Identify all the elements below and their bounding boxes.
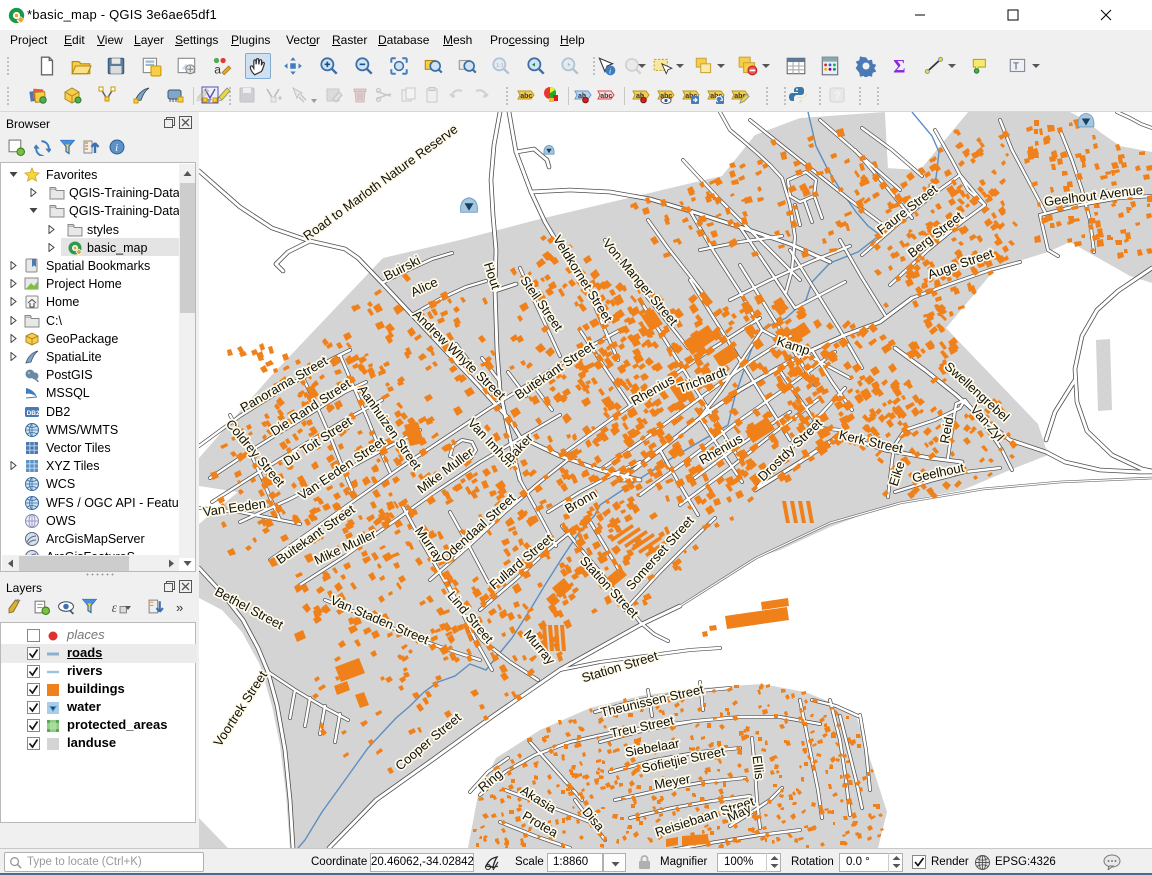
- svg-text:abc: abc: [520, 93, 532, 100]
- svg-text:Σ: Σ: [893, 57, 905, 77]
- svg-text:i: i: [609, 67, 611, 76]
- svg-text:Ellis: Ellis: [750, 755, 768, 781]
- svg-text:DB2: DB2: [27, 410, 40, 417]
- svg-text:?: ?: [834, 90, 841, 102]
- svg-text:abc: abc: [600, 93, 612, 100]
- svg-text:a: a: [214, 63, 221, 77]
- svg-text:ε: ε: [112, 600, 118, 615]
- svg-text:T: T: [1013, 61, 1019, 72]
- svg-text:1:1: 1:1: [496, 63, 504, 69]
- svg-text:i: i: [115, 143, 118, 154]
